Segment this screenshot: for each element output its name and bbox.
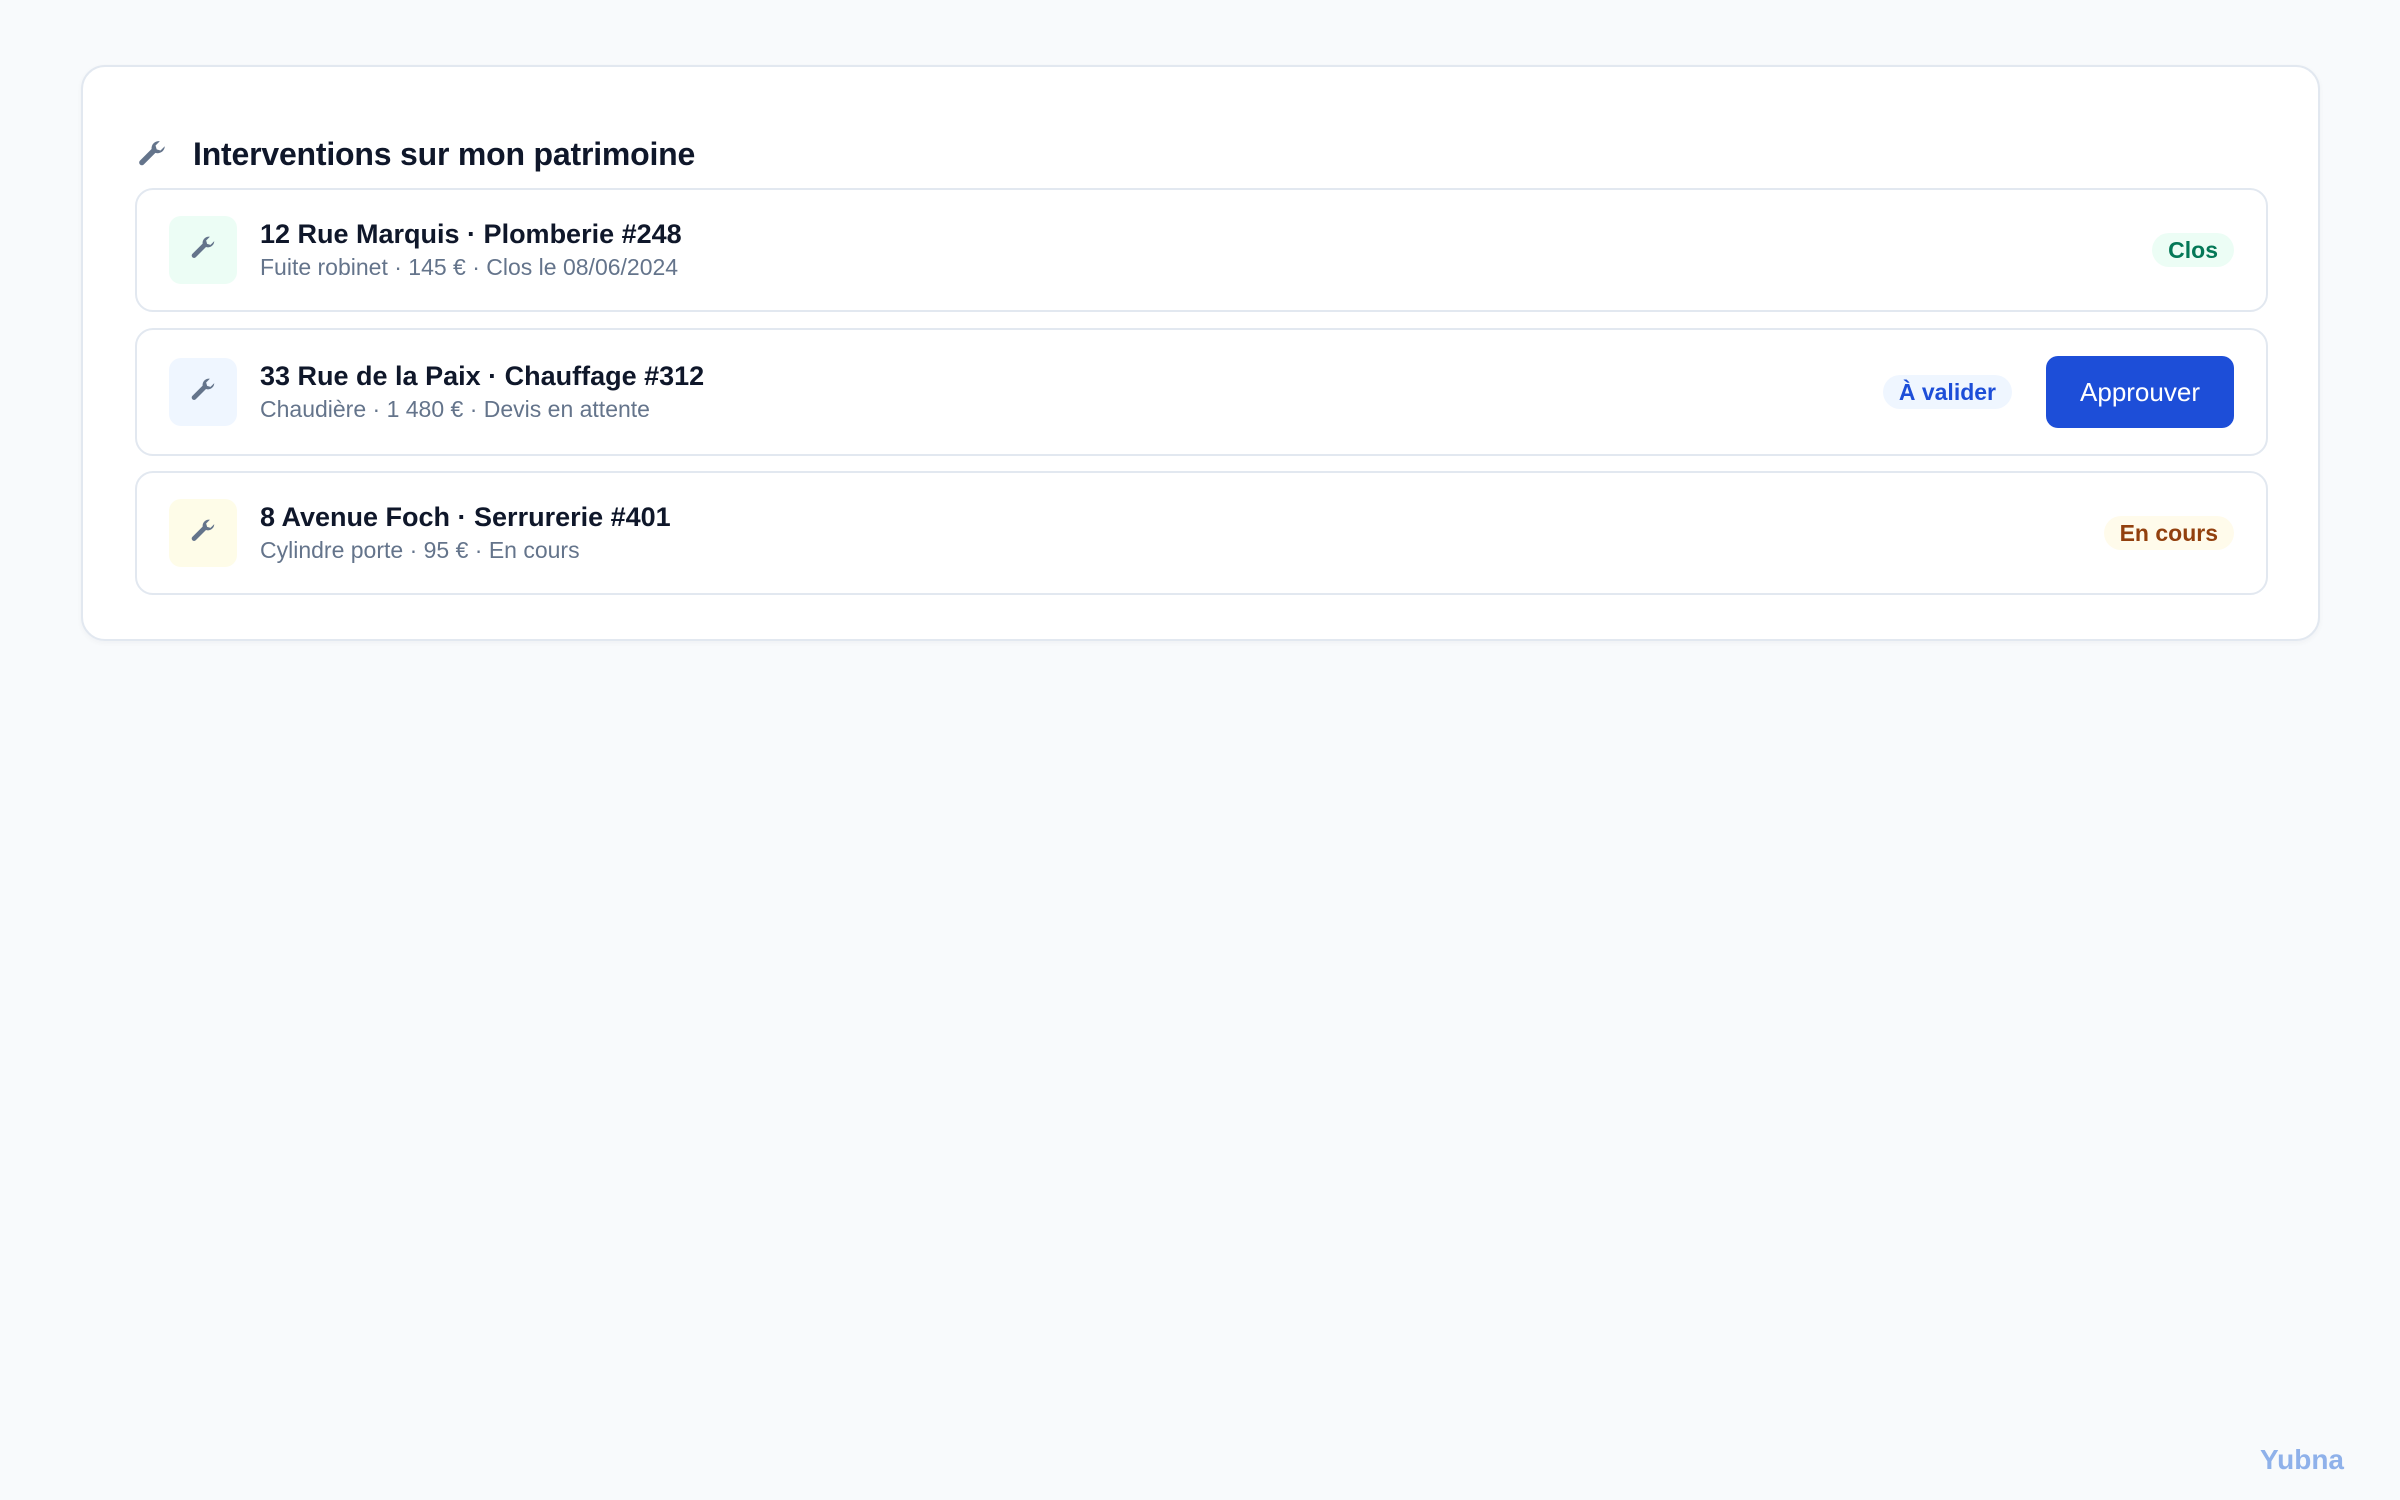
intervention-title: 12 Rue Marquis · Plomberie #248 [260,219,682,249]
status-badge: À valider [1882,375,2012,409]
intervention-info: 8 Avenue Foch · Serrurerie #401 Cylindre… [260,500,671,566]
intervention-subtitle: Cylindre porte · 95 € · En cours [260,537,580,563]
intervention-thumbnail [169,216,237,284]
brand-logo: Yubna [2259,1444,2344,1475]
status-badge: Clos [2152,233,2234,267]
approve-button[interactable]: Approuver [2046,356,2234,428]
intervention-title: 8 Avenue Foch · Serrurerie #401 [260,502,671,532]
intervention-thumbnail [169,358,237,426]
intervention-subtitle: Chaudière · 1 480 € · Devis en attente [260,396,650,422]
status-badge: En cours [2103,516,2234,550]
intervention-item[interactable]: 12 Rue Marquis · Plomberie #248 Fuite ro… [135,188,2268,312]
wrench-icon [188,516,218,551]
intervention-item[interactable]: 33 Rue de la Paix · Chauffage #312 Chaud… [135,328,2268,456]
interventions-panel: Interventions sur mon patrimoine 12 Rue … [81,65,2320,641]
intervention-thumbnail [169,499,237,567]
panel-header: Interventions sur mon patrimoine [135,119,695,189]
intervention-title: 33 Rue de la Paix · Chauffage #312 [260,361,705,391]
intervention-info: 33 Rue de la Paix · Chauffage #312 Chaud… [260,359,704,425]
intervention-subtitle: Fuite robinet · 145 € · Clos le 08/06/20… [260,254,679,280]
wrench-icon [135,137,169,171]
intervention-item[interactable]: 8 Avenue Foch · Serrurerie #401 Cylindre… [135,471,2268,595]
panel-title: Interventions sur mon patrimoine [193,135,696,172]
wrench-icon [188,233,218,268]
wrench-icon [188,375,218,410]
intervention-info: 12 Rue Marquis · Plomberie #248 Fuite ro… [260,217,682,283]
